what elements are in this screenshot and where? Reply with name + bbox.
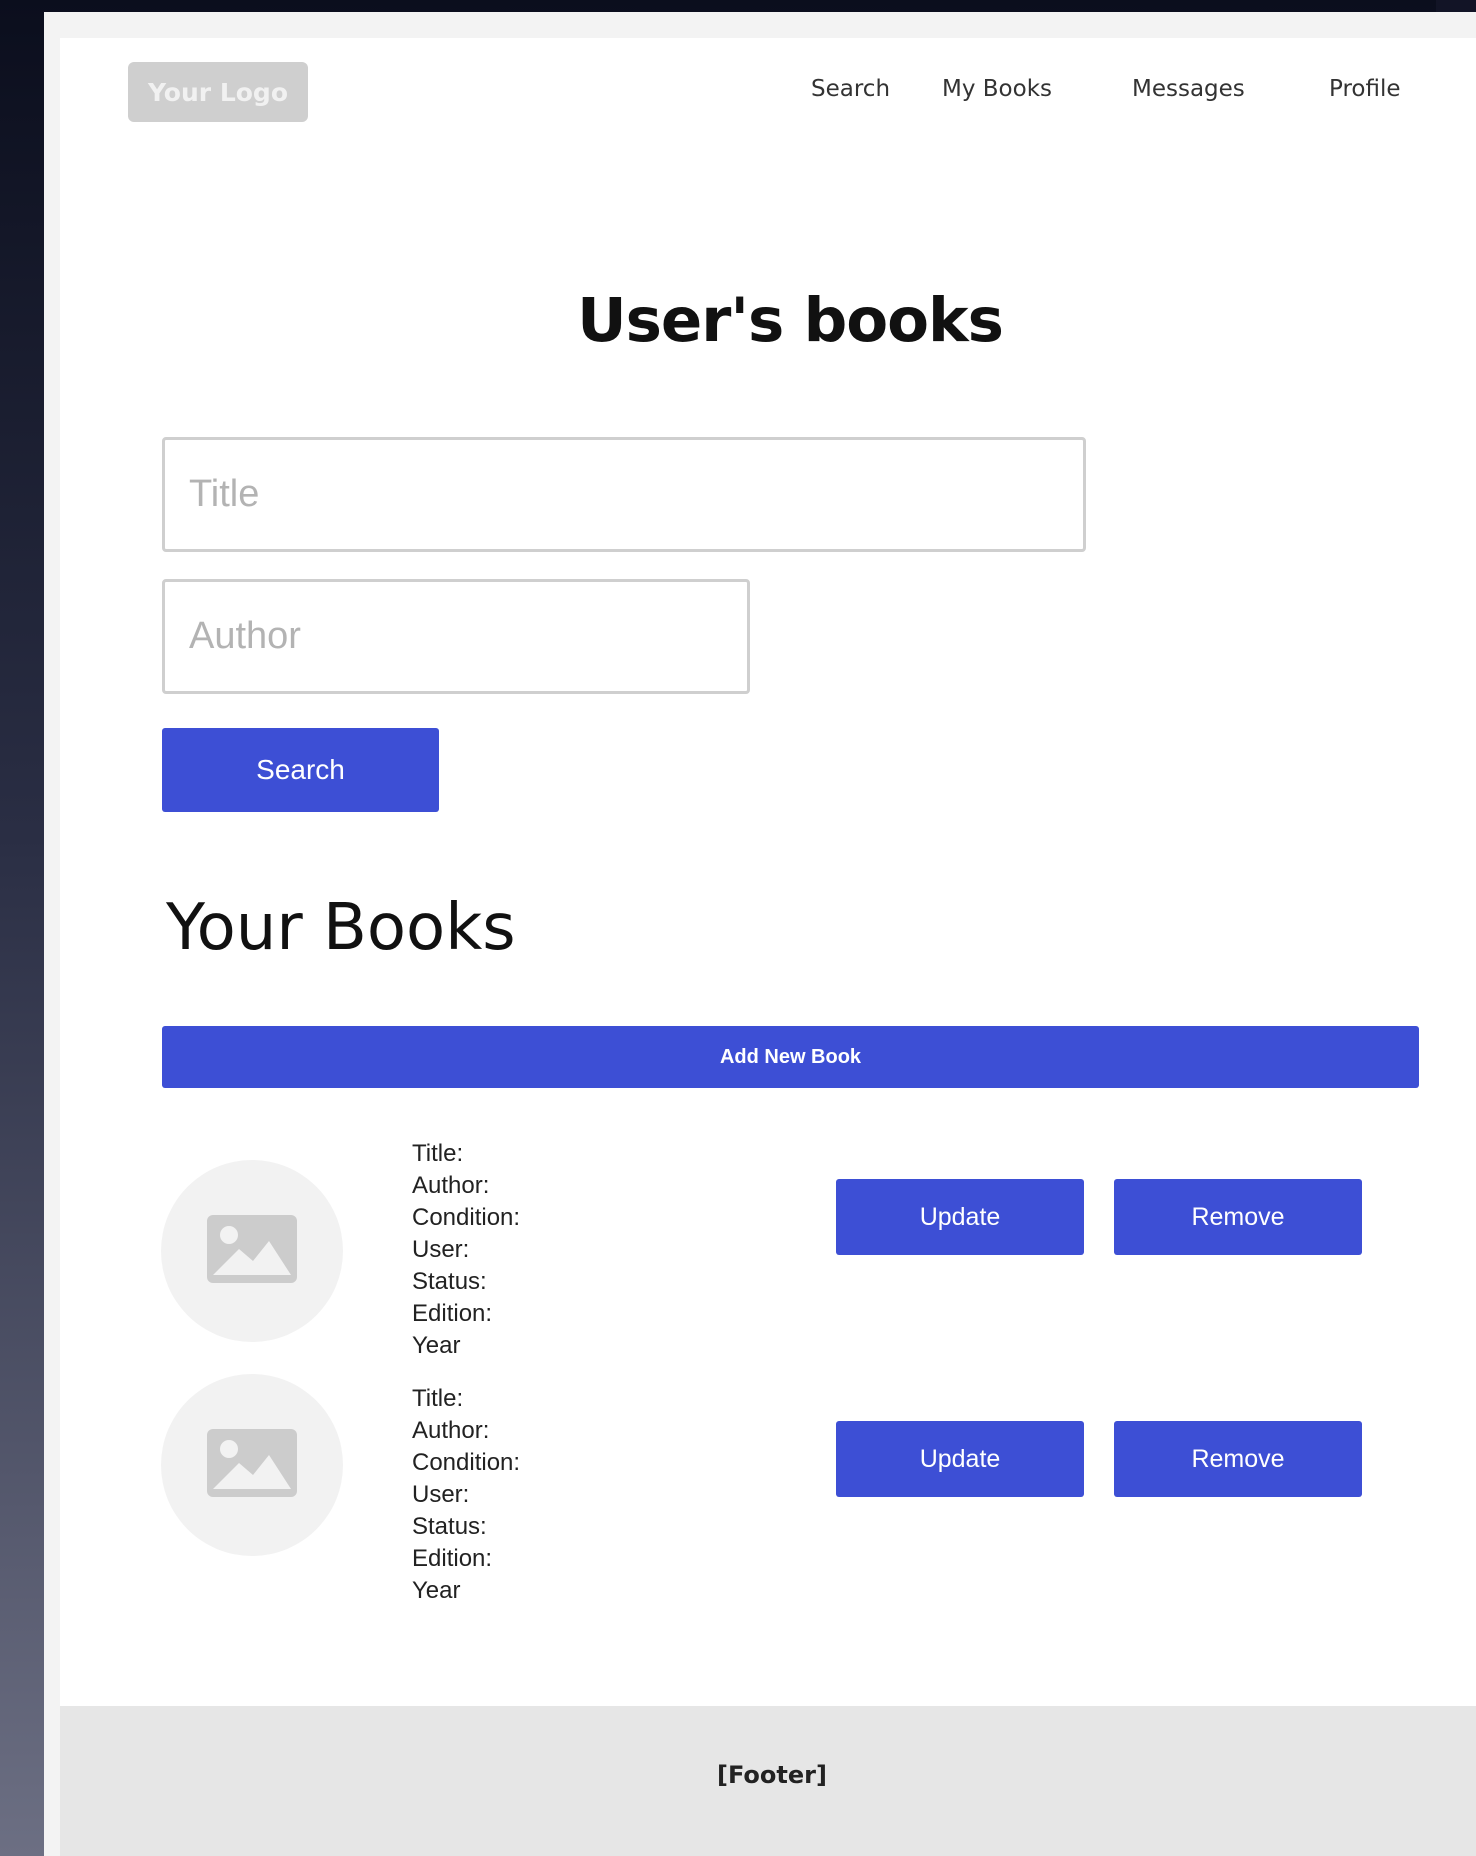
book-field-user: User:: [412, 1236, 470, 1263]
update-button[interactable]: Update: [836, 1179, 1084, 1255]
footer: [Footer]: [60, 1706, 1476, 1856]
title-input[interactable]: [162, 437, 1086, 552]
remove-button[interactable]: Remove: [1114, 1421, 1362, 1497]
book-field-year: Year: [412, 1332, 461, 1359]
nav-profile[interactable]: Profile: [1329, 76, 1401, 102]
book-field-edition: Edition:: [412, 1545, 493, 1572]
book-field-title: Title:: [412, 1140, 464, 1167]
book-field-author: Author:: [412, 1172, 490, 1199]
footer-label: [Footer]: [717, 1761, 827, 1789]
image-placeholder-icon: [207, 1429, 297, 1497]
page-title: User's books: [577, 285, 1004, 356]
logo[interactable]: Your Logo: [128, 62, 308, 122]
book-field-year: Year: [412, 1577, 461, 1604]
book-field-status: Status:: [412, 1513, 487, 1540]
nav-messages[interactable]: Messages: [1132, 76, 1245, 102]
book-field-status: Status:: [412, 1268, 487, 1295]
book-field-title: Title:: [412, 1385, 464, 1412]
book-field-condition: Condition:: [412, 1449, 521, 1476]
book-thumbnail: [161, 1374, 343, 1556]
nav-search[interactable]: Search: [811, 76, 890, 102]
book-field-edition: Edition:: [412, 1300, 493, 1327]
remove-button[interactable]: Remove: [1114, 1179, 1362, 1255]
search-button[interactable]: Search: [162, 728, 439, 812]
image-placeholder-icon: [207, 1215, 297, 1283]
book-details: Title: Author: Condition: User: Status: …: [412, 1383, 520, 1607]
add-new-book-button[interactable]: Add New Book: [162, 1026, 1419, 1088]
book-field-author: Author:: [412, 1417, 490, 1444]
nav-my-books[interactable]: My Books: [942, 76, 1052, 102]
your-books-heading: Your Books: [166, 891, 516, 965]
book-field-condition: Condition:: [412, 1204, 521, 1231]
author-input[interactable]: [162, 579, 750, 694]
book-field-user: User:: [412, 1481, 470, 1508]
update-button[interactable]: Update: [836, 1421, 1084, 1497]
book-details: Title: Author: Condition: User: Status: …: [412, 1138, 520, 1362]
book-thumbnail: [161, 1160, 343, 1342]
